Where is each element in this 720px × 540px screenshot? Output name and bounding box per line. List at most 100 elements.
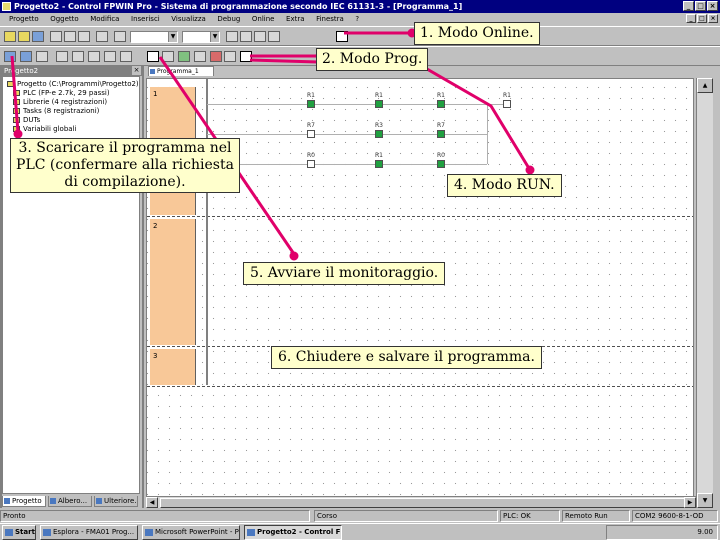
zoom-icon[interactable] <box>226 31 238 42</box>
open-folder-icon[interactable] <box>18 31 30 42</box>
taskbar-fpwin[interactable]: Progetto2 - Control FP... <box>244 525 342 540</box>
search-combo[interactable]: ▼ <box>130 31 178 43</box>
force-icon[interactable] <box>178 51 190 62</box>
tree-item-libraries[interactable]: Librerie (4 registrazioni) <box>13 98 107 107</box>
close-icon[interactable]: × <box>132 66 141 75</box>
menu-visualizza[interactable]: Visualizza <box>171 15 205 23</box>
variable-icon[interactable] <box>72 51 84 62</box>
mdi-close-button[interactable]: × <box>708 14 718 23</box>
paste-icon[interactable] <box>78 31 90 42</box>
contact[interactable] <box>307 100 315 108</box>
callout-download: 3. Scaricare il programma nel PLC (confe… <box>10 138 240 193</box>
menu-extra[interactable]: Extra <box>286 15 304 23</box>
rung-separator <box>147 216 693 217</box>
navigator-tabs: Progetto Albero... Ulteriore... <box>2 496 142 508</box>
menu-inserisci[interactable]: Inserisci <box>131 15 160 23</box>
task-icon[interactable] <box>104 51 116 62</box>
compile-icon[interactable] <box>254 31 266 42</box>
menu-debug[interactable]: Debug <box>217 15 240 23</box>
tab-programma[interactable]: Programma_1 <box>148 66 214 76</box>
find-icon[interactable] <box>114 31 126 42</box>
tab-albero[interactable]: Albero... <box>48 496 92 507</box>
menu-modifica[interactable]: Modifica <box>90 15 119 23</box>
contact[interactable] <box>437 160 445 168</box>
copy-icon[interactable] <box>64 31 76 42</box>
scroll-up-icon[interactable]: ▲ <box>697 78 713 93</box>
contact-label: R1 <box>307 92 315 99</box>
close-button[interactable]: × <box>707 1 718 11</box>
scroll-thumb[interactable] <box>160 498 696 508</box>
contact[interactable] <box>503 100 511 108</box>
mdi-minimize-button[interactable]: _ <box>686 14 696 23</box>
mdi-maximize-button[interactable]: □ <box>697 14 707 23</box>
print-icon[interactable] <box>240 31 252 42</box>
taskbar: Start Esplora - FMA01 Prog... Microsoft … <box>0 523 720 540</box>
contact[interactable] <box>437 100 445 108</box>
tab-ulteriore[interactable]: Ulteriore... <box>94 496 138 507</box>
online-mode-icon[interactable] <box>336 31 348 42</box>
tree-item-duts[interactable]: DUTs <box>13 116 40 125</box>
horizontal-scrollbar[interactable]: ◀ ▶ <box>146 496 696 508</box>
contact[interactable] <box>437 130 445 138</box>
download-icon[interactable] <box>4 51 16 62</box>
contact[interactable] <box>375 130 383 138</box>
maximize-button[interactable]: □ <box>695 1 706 11</box>
contact[interactable] <box>307 160 315 168</box>
compare-icon[interactable] <box>36 51 48 62</box>
break-icon[interactable] <box>162 51 174 62</box>
contact-label: R1 <box>437 92 445 99</box>
scroll-left-icon[interactable]: ◀ <box>146 497 158 508</box>
scroll-right-icon[interactable]: ▶ <box>684 497 696 508</box>
upload-icon[interactable] <box>20 51 32 62</box>
list-icon <box>96 498 102 504</box>
scroll-down-icon[interactable]: ▼ <box>697 493 713 508</box>
chevron-down-icon[interactable]: ▼ <box>210 32 219 42</box>
menu-finestra[interactable]: Finestra <box>316 15 344 23</box>
prog-mode-icon[interactable] <box>240 51 252 62</box>
contact-label: R1 <box>375 152 383 159</box>
contact[interactable] <box>307 130 315 138</box>
vertical-scrollbar[interactable]: ▲ ▼ <box>696 78 713 508</box>
tree-item-globals[interactable]: Variabili globali <box>13 125 76 134</box>
chevron-down-icon[interactable]: ▼ <box>168 32 177 42</box>
callout-run: 4. Modo RUN. <box>447 174 562 197</box>
menu-help[interactable]: ? <box>355 15 359 23</box>
menu-oggetto[interactable]: Oggetto <box>50 15 78 23</box>
tree-item-project[interactable]: Progetto (C:\Programmi\Progetto2) <box>7 80 139 89</box>
undo-icon[interactable] <box>96 31 108 42</box>
save-icon[interactable] <box>32 31 44 42</box>
contact[interactable] <box>375 100 383 108</box>
menu-bar: Progetto Oggetto Modifica Inserisci Visu… <box>0 13 720 25</box>
taskbar-powerpoint[interactable]: Microsoft PowerPoint - Pre... <box>142 525 240 540</box>
monitor-icon[interactable] <box>147 51 159 62</box>
contact[interactable] <box>375 160 383 168</box>
tree-item-plc[interactable]: PLC (FP-e 2.7k, 29 passi) <box>13 89 110 98</box>
library-icon[interactable] <box>120 51 132 62</box>
lock-icon[interactable] <box>56 51 68 62</box>
start-button[interactable]: Start <box>2 525 36 540</box>
tab-progetto[interactable]: Progetto <box>2 496 46 507</box>
status-comm: COM2 9600-8-1-OD <box>632 510 718 522</box>
standard-toolbar: ▼ ▼ <box>0 26 720 46</box>
plc-icon <box>13 90 20 96</box>
taskbar-explorer[interactable]: Esplora - FMA01 Prog... <box>40 525 138 540</box>
new-file-icon[interactable] <box>4 31 16 42</box>
tree-item-tasks[interactable]: Tasks (8 registrazioni) <box>13 107 99 116</box>
pou-icon[interactable] <box>88 51 100 62</box>
menu-progetto[interactable]: Progetto <box>9 15 39 23</box>
rung-header-3: 3 <box>150 349 196 385</box>
rung-separator <box>147 386 693 387</box>
cut-icon[interactable] <box>50 31 62 42</box>
minimize-button[interactable]: _ <box>683 1 694 11</box>
stop-icon[interactable] <box>210 51 222 62</box>
variables-icon <box>13 126 20 132</box>
contact-label: R1 <box>375 92 383 99</box>
step-icon[interactable] <box>194 51 206 62</box>
filter-combo[interactable]: ▼ <box>182 31 220 43</box>
check-icon[interactable] <box>268 31 280 42</box>
reset-icon[interactable] <box>224 51 236 62</box>
rung-header-2: 2 <box>150 219 196 345</box>
program-icon <box>150 69 155 74</box>
project-navigator: Progetto2 × Progetto (C:\Programmi\Proge… <box>2 66 142 508</box>
menu-online[interactable]: Online <box>252 15 275 23</box>
